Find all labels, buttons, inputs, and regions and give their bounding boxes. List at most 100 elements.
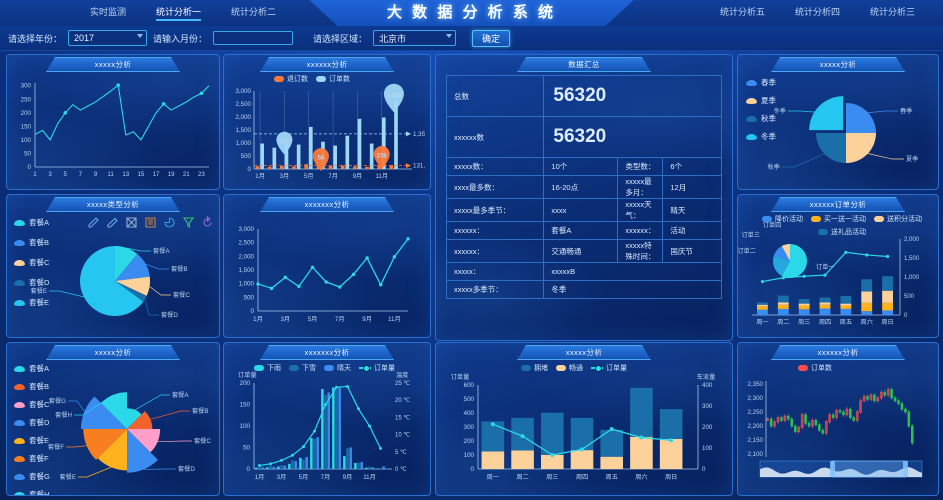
legend-item[interactable]: 下雨 xyxy=(254,363,281,373)
svg-text:200: 200 xyxy=(464,438,475,445)
year-select[interactable]: 2017 xyxy=(68,30,148,46)
legend-item[interactable]: 秋季 xyxy=(746,113,776,124)
svg-text:1,000: 1,000 xyxy=(236,140,252,147)
svg-text:300: 300 xyxy=(702,403,713,410)
svg-text:9月: 9月 xyxy=(362,316,372,323)
chart-candlestick: 2,100 2,150 2,200 2,250 2,300 2,350 xyxy=(748,381,923,478)
nav-item-shishijiance[interactable]: 实时监测 xyxy=(90,5,126,21)
legend-item[interactable]: 降价活动 xyxy=(762,214,803,224)
legend-item[interactable]: 套餐C xyxy=(14,257,49,268)
legend-item[interactable]: 套餐D xyxy=(14,417,50,428)
legend-swatch xyxy=(874,216,884,222)
confirm-button[interactable]: 确定 xyxy=(472,29,511,47)
legend-item[interactable]: 晴天 xyxy=(324,363,351,373)
nav-item-tongjifenxi1[interactable]: 统计分析一 xyxy=(156,5,202,21)
panel-candlestick: xxxxxx分析 订单数 2,100 2,150 2,200 2,250 2,300 2,… xyxy=(737,342,939,496)
legend-item[interactable]: 订单量 xyxy=(591,363,627,373)
legend-item[interactable]: 送积分活动 xyxy=(874,214,922,224)
legend-item[interactable]: 拥堵 xyxy=(521,363,548,373)
svg-text:0: 0 xyxy=(248,166,252,173)
region-select[interactable]: 北京市 xyxy=(373,30,457,46)
legend-item[interactable]: 畅通 xyxy=(556,363,583,373)
legend-label: 订单数 xyxy=(811,365,832,372)
legend-item[interactable]: 冬季 xyxy=(746,131,776,142)
table-cell-label: xxxxx特殊时间： xyxy=(617,239,664,263)
legend-item[interactable]: 套餐B xyxy=(14,237,49,248)
svg-text:1,500: 1,500 xyxy=(239,267,255,274)
svg-text:周一: 周一 xyxy=(487,474,499,481)
svg-text:2,250: 2,250 xyxy=(748,409,764,416)
svg-text:周六: 周六 xyxy=(635,473,647,481)
svg-text:订单二: 订单二 xyxy=(737,247,756,255)
svg-text:温度: 温度 xyxy=(396,371,408,379)
chart-traffic: 订单量 车流量 0 100 200 300 400 500 600 0 100 200 300 400 周一… xyxy=(451,373,716,481)
svg-text:5月: 5月 xyxy=(299,474,309,481)
trash-icon[interactable] xyxy=(125,216,138,229)
legend-item[interactable]: 订单数 xyxy=(316,74,350,84)
nav-item-tongjifenxi4[interactable]: 统计分析四 xyxy=(795,5,840,21)
svg-text:11: 11 xyxy=(107,171,114,178)
legend-item[interactable]: 套餐G xyxy=(14,471,50,482)
legend-item[interactable]: 春季 xyxy=(746,77,776,88)
legend-item[interactable]: 套餐F xyxy=(14,453,50,464)
svg-text:0: 0 xyxy=(28,164,32,171)
table-cell-value: 10个 xyxy=(543,157,619,176)
legend-item[interactable]: 夏季 xyxy=(746,95,776,106)
legend-label: 订单数 xyxy=(329,76,350,83)
svg-text:56: 56 xyxy=(318,156,325,162)
svg-text:2,000: 2,000 xyxy=(904,237,920,243)
panel-title: xxxxxx分析 xyxy=(771,345,905,360)
legend-label: 订单量 xyxy=(606,365,627,372)
svg-text:周三: 周三 xyxy=(546,474,558,481)
legend-label: 拥堵 xyxy=(534,365,548,372)
panel-rose-chart: xxxxx分析 套餐A 套餐B 套餐C 套餐D 套餐E 套餐F 套餐G 套餐H 套餐A 套餐B 套… xyxy=(6,342,220,496)
legend-label: 送礼品活动 xyxy=(831,229,866,236)
chart-order-combo: 05001,0001,5002,000周一 周二 周三 周四 周五 周六 周日订单一订单二订… xyxy=(737,221,920,326)
legend-item[interactable]: 套餐A xyxy=(14,363,50,374)
refresh-icon[interactable] xyxy=(201,215,214,229)
legend-swatch xyxy=(762,216,772,222)
svg-text:1,000: 1,000 xyxy=(239,281,255,288)
month-input[interactable] xyxy=(213,31,294,45)
legend-swatch xyxy=(14,259,25,266)
legend-item[interactable]: 套餐E xyxy=(14,435,50,446)
nav-item-tongjifenxi5[interactable]: 统计分析五 xyxy=(720,5,765,21)
legend-item[interactable]: 买一送一活动 xyxy=(811,214,866,224)
legend-item[interactable]: 下雪 xyxy=(289,363,316,373)
legend-item[interactable]: 退订数 xyxy=(274,74,308,84)
legend-swatch xyxy=(746,133,757,140)
legend-swatch xyxy=(274,76,284,82)
svg-text:15 ℃: 15 ℃ xyxy=(395,415,410,421)
svg-text:套餐B: 套餐B xyxy=(171,265,188,273)
pen-icon[interactable] xyxy=(87,216,100,229)
legend-order-combo: 降价活动 买一送一活动 送积分活动送礼品活动 xyxy=(752,214,932,237)
legend-item[interactable]: 套餐H xyxy=(14,489,50,495)
legend-item[interactable]: 套餐A xyxy=(14,217,49,228)
chart-monthly-bars: 0 500 1,000 1,500 2,000 2,500 3,000 1月 3月 5月 7月 9月 1… xyxy=(236,83,426,180)
legend-swatch xyxy=(818,229,828,235)
svg-text:0: 0 xyxy=(247,466,251,473)
legend-item[interactable]: 订单数 xyxy=(798,363,832,373)
svg-text:2,350: 2,350 xyxy=(748,381,764,388)
nav-item-tongjifenxi3[interactable]: 统计分析三 xyxy=(870,5,915,21)
nav-item-tongjifenxi2[interactable]: 统计分析二 xyxy=(231,5,276,21)
svg-text:0 ℃: 0 ℃ xyxy=(395,467,407,473)
svg-text:400: 400 xyxy=(702,382,713,389)
legend-item[interactable]: 套餐D xyxy=(14,277,49,288)
svg-text:0: 0 xyxy=(904,313,908,319)
legend-item[interactable]: 送礼品活动 xyxy=(818,227,866,237)
table-cell-value: 56320 xyxy=(543,75,722,117)
pie-icon[interactable] xyxy=(163,216,176,229)
table-row: xxxxx多季节： 冬季 xyxy=(445,280,722,299)
list-icon[interactable] xyxy=(144,216,157,229)
legend-item[interactable]: 套餐C xyxy=(14,399,50,410)
panel-monthly-bars: xxxxxx分析 退订数 订单数 0 500 1,000 1,500 2,000 2,500… xyxy=(223,54,431,190)
region-label: 请选择区域： xyxy=(313,33,368,44)
svg-text:1,35: 1,35 xyxy=(413,131,426,138)
legend-item[interactable]: 套餐B xyxy=(14,381,50,392)
legend-item[interactable]: 套餐E xyxy=(14,297,49,308)
pencil-icon[interactable] xyxy=(106,216,119,229)
filter-icon[interactable] xyxy=(182,216,195,229)
legend-swatch xyxy=(14,239,25,246)
legend-item[interactable]: 订单量 xyxy=(359,363,395,373)
